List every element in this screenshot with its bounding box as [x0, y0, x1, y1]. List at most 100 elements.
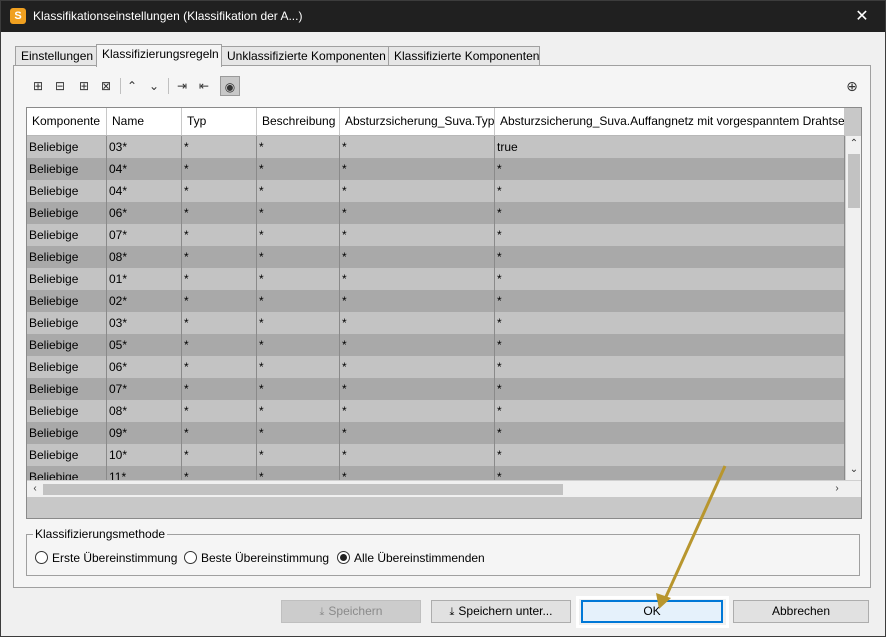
table-cell[interactable]: *	[257, 136, 340, 158]
import-icon[interactable]: ⇥	[172, 76, 192, 96]
table-row[interactable]: Beliebige 06* * * * *	[27, 356, 845, 378]
table-cell[interactable]: Beliebige	[27, 180, 107, 202]
table-cell[interactable]: 01*	[107, 268, 182, 290]
table-cell[interactable]: Beliebige	[27, 400, 107, 422]
table-cell[interactable]: Beliebige	[27, 356, 107, 378]
add-column-icon[interactable]: ⊞	[74, 76, 94, 96]
table-row[interactable]: Beliebige 06* * * * *	[27, 202, 845, 224]
table-cell[interactable]: *	[340, 444, 495, 466]
table-cell[interactable]: Beliebige	[27, 466, 107, 480]
table-row[interactable]: Beliebige 09* * * * *	[27, 422, 845, 444]
table-cell[interactable]: 06*	[107, 356, 182, 378]
table-cell[interactable]: *	[182, 334, 257, 356]
table-cell[interactable]: 06*	[107, 202, 182, 224]
table-cell[interactable]: 02*	[107, 290, 182, 312]
table-cell[interactable]: *	[257, 180, 340, 202]
table-cell[interactable]: *	[495, 422, 845, 444]
table-cell[interactable]: *	[182, 290, 257, 312]
table-cell[interactable]: Beliebige	[27, 158, 107, 180]
table-cell[interactable]: 03*	[107, 312, 182, 334]
column-header-komponente[interactable]: Komponente	[27, 108, 107, 135]
delete-row-icon[interactable]: ⊟	[50, 76, 70, 96]
table-cell[interactable]: *	[182, 158, 257, 180]
save-button[interactable]: ⤓ Speichern	[281, 600, 421, 623]
table-cell[interactable]: *	[495, 466, 845, 480]
table-cell[interactable]: *	[495, 356, 845, 378]
table-cell[interactable]: 11*	[107, 466, 182, 480]
scroll-up-icon[interactable]: ⌃	[846, 138, 861, 149]
table-cell[interactable]: *	[257, 378, 340, 400]
cancel-button[interactable]: Abbrechen	[733, 600, 869, 623]
table-cell[interactable]: *	[340, 400, 495, 422]
radio-erste-uebereinstimmung[interactable]: Erste Übereinstimmung	[35, 550, 177, 566]
table-cell[interactable]: *	[495, 224, 845, 246]
table-cell[interactable]: *	[340, 224, 495, 246]
table-cell[interactable]: Beliebige	[27, 246, 107, 268]
table-cell[interactable]: *	[182, 202, 257, 224]
table-cell[interactable]: *	[257, 444, 340, 466]
table-cell[interactable]: 08*	[107, 246, 182, 268]
add-row-icon[interactable]: ⊞	[28, 76, 48, 96]
column-header-beschreibung[interactable]: Beschreibung	[257, 108, 340, 135]
table-cell[interactable]: Beliebige	[27, 136, 107, 158]
table-row[interactable]: Beliebige 08* * * * *	[27, 246, 845, 268]
ok-button[interactable]: OK	[581, 600, 723, 623]
save-as-button[interactable]: ⤓ Speichern unter...	[431, 600, 571, 623]
table-cell[interactable]: *	[495, 378, 845, 400]
table-cell[interactable]: *	[257, 202, 340, 224]
table-cell[interactable]: *	[182, 378, 257, 400]
table-cell[interactable]: *	[257, 334, 340, 356]
table-cell[interactable]: *	[495, 158, 845, 180]
table-cell[interactable]: 07*	[107, 378, 182, 400]
table-cell[interactable]: 09*	[107, 422, 182, 444]
table-row[interactable]: Beliebige 04* * * * *	[27, 158, 845, 180]
table-cell[interactable]: *	[182, 356, 257, 378]
table-cell[interactable]: *	[495, 290, 845, 312]
horizontal-scroll-thumb[interactable]	[43, 484, 563, 495]
table-cell[interactable]: *	[182, 444, 257, 466]
table-cell[interactable]: 04*	[107, 158, 182, 180]
table-cell[interactable]: *	[257, 356, 340, 378]
table-cell[interactable]: *	[182, 246, 257, 268]
table-row[interactable]: Beliebige 03* * * * *	[27, 312, 845, 334]
table-cell[interactable]: Beliebige	[27, 202, 107, 224]
table-cell[interactable]: *	[257, 400, 340, 422]
radio-button[interactable]	[35, 551, 48, 564]
table-cell[interactable]: Beliebige	[27, 224, 107, 246]
table-cell[interactable]: Beliebige	[27, 312, 107, 334]
table-row[interactable]: Beliebige 07* * * * *	[27, 378, 845, 400]
table-cell[interactable]: *	[340, 378, 495, 400]
table-cell[interactable]: *	[340, 290, 495, 312]
table-cell[interactable]: Beliebige	[27, 378, 107, 400]
table-cell[interactable]: *	[257, 158, 340, 180]
table-cell[interactable]: *	[257, 422, 340, 444]
table-row[interactable]: Beliebige 07* * * * *	[27, 224, 845, 246]
table-cell[interactable]: *	[340, 422, 495, 444]
table-cell[interactable]: *	[495, 246, 845, 268]
table-cell[interactable]: Beliebige	[27, 334, 107, 356]
table-cell[interactable]: *	[182, 400, 257, 422]
table-cell[interactable]: *	[495, 202, 845, 224]
column-header-name[interactable]: Name	[107, 108, 182, 135]
table-cell[interactable]: *	[495, 268, 845, 290]
table-cell[interactable]: *	[257, 466, 340, 480]
table-cell[interactable]: *	[340, 180, 495, 202]
table-cell[interactable]: *	[257, 224, 340, 246]
table-cell[interactable]: *	[182, 224, 257, 246]
table-cell[interactable]: *	[182, 466, 257, 480]
table-row[interactable]: Beliebige 10* * * * *	[27, 444, 845, 466]
column-header-absturzsicherung-typ[interactable]: Absturzsicherung_Suva.Typ	[340, 108, 495, 135]
delete-column-icon[interactable]: ⊠	[96, 76, 116, 96]
table-cell[interactable]: Beliebige	[27, 444, 107, 466]
table-cell[interactable]: *	[495, 444, 845, 466]
visibility-icon[interactable]: ◉	[220, 76, 240, 96]
column-header-typ[interactable]: Typ	[182, 108, 257, 135]
table-cell[interactable]: 08*	[107, 400, 182, 422]
table-cell[interactable]: *	[257, 290, 340, 312]
table-cell[interactable]: *	[340, 158, 495, 180]
table-cell[interactable]: *	[182, 422, 257, 444]
table-cell[interactable]: *	[340, 202, 495, 224]
tab-klassifizierungsregeln[interactable]: Klassifizierungsregeln	[96, 44, 222, 67]
table-row[interactable]: Beliebige 01* * * * *	[27, 268, 845, 290]
radio-button[interactable]	[184, 551, 197, 564]
